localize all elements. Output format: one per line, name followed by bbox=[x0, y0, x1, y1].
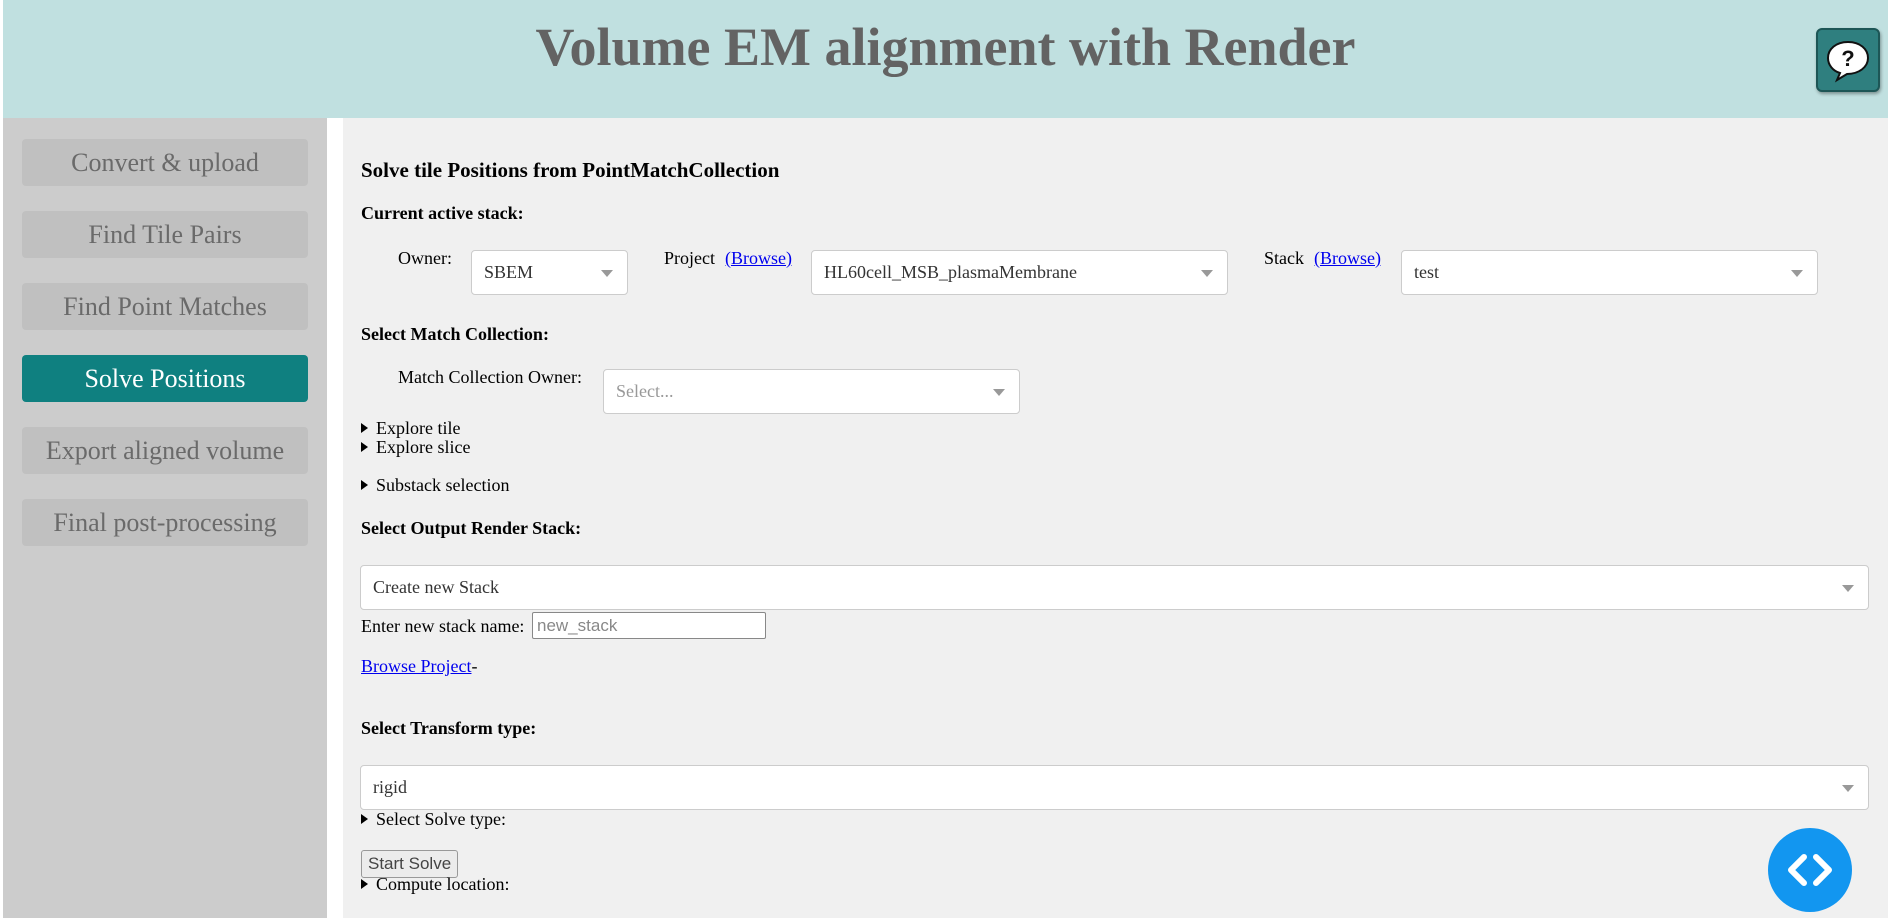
nav-export-aligned-volume[interactable]: Export aligned volume bbox=[22, 427, 308, 474]
solve-type-label: Select Solve type: bbox=[376, 809, 506, 829]
nav-convert-upload[interactable]: Convert & upload bbox=[22, 139, 308, 186]
triangle-right-icon bbox=[361, 480, 368, 490]
nav-final-post-processing[interactable]: Final post-processing bbox=[22, 499, 308, 546]
owner-label: Owner: bbox=[398, 248, 452, 268]
output-stack-heading: Select Output Render Stack: bbox=[361, 518, 582, 538]
stack-label: Stack bbox=[1264, 248, 1304, 268]
solve-type-toggle[interactable]: Select Solve type: bbox=[361, 809, 506, 830]
project-select-value: HL60cell_MSB_plasmaMembrane bbox=[824, 262, 1077, 282]
transform-type-select-value: rigid bbox=[373, 777, 407, 797]
new-stack-name-label: Enter new stack name: bbox=[361, 616, 525, 636]
project-label: Project bbox=[664, 248, 715, 268]
substack-selection-label: Substack selection bbox=[376, 475, 510, 495]
nav-find-point-matches[interactable]: Find Point Matches bbox=[22, 283, 308, 330]
triangle-right-icon bbox=[361, 423, 368, 433]
chevron-down-icon bbox=[993, 389, 1005, 396]
substack-selection-toggle[interactable]: Substack selection bbox=[361, 475, 509, 496]
explore-tile-toggle[interactable]: Explore tile bbox=[361, 418, 460, 439]
chevron-down-icon bbox=[1842, 785, 1854, 792]
owner-select[interactable]: SBEM bbox=[471, 250, 628, 295]
sidebar: Convert & upload Find Tile Pairs Find Po… bbox=[3, 118, 327, 918]
nav-solve-positions[interactable]: Solve Positions bbox=[22, 355, 308, 402]
current-stack-heading: Current active stack: bbox=[361, 203, 524, 223]
project-browse-link[interactable]: (Browse) bbox=[725, 248, 792, 269]
section-title: Solve tile Positions from PointMatchColl… bbox=[361, 158, 780, 182]
browse-project-row: Browse Project- bbox=[361, 656, 477, 677]
compute-location-label: Compute location: bbox=[376, 874, 510, 894]
help-icon: ? bbox=[1826, 40, 1870, 83]
triangle-right-icon bbox=[361, 442, 368, 452]
code-fab-button[interactable] bbox=[1768, 828, 1852, 912]
triangle-right-icon bbox=[361, 814, 368, 824]
triangle-right-icon bbox=[361, 879, 368, 889]
explore-slice-label: Explore slice bbox=[376, 437, 471, 457]
stack-browse-link[interactable]: (Browse) bbox=[1314, 248, 1381, 269]
explore-tile-label: Explore tile bbox=[376, 418, 461, 438]
transform-type-heading: Select Transform type: bbox=[361, 718, 537, 738]
project-select[interactable]: HL60cell_MSB_plasmaMembrane bbox=[811, 250, 1228, 295]
help-button[interactable]: ? bbox=[1816, 28, 1880, 92]
match-collection-owner-placeholder: Select... bbox=[616, 381, 674, 401]
stack-select[interactable]: test bbox=[1401, 250, 1818, 295]
code-icon bbox=[1788, 854, 1832, 886]
output-stack-select[interactable]: Create new Stack bbox=[360, 565, 1869, 610]
browse-project-suffix: - bbox=[471, 656, 478, 676]
match-collection-heading: Select Match Collection: bbox=[361, 324, 549, 344]
chevron-down-icon bbox=[1842, 585, 1854, 592]
chevron-down-icon bbox=[601, 270, 613, 277]
transform-type-select[interactable]: rigid bbox=[360, 765, 1869, 810]
chevron-down-icon bbox=[1201, 270, 1213, 277]
app-header: Volume EM alignment with Render ? bbox=[3, 0, 1888, 118]
stack-select-value: test bbox=[1414, 262, 1439, 282]
compute-location-toggle[interactable]: Compute location: bbox=[361, 874, 509, 895]
page-title: Volume EM alignment with Render bbox=[535, 17, 1356, 77]
nav-find-tile-pairs[interactable]: Find Tile Pairs bbox=[22, 211, 308, 258]
new-stack-name-input[interactable] bbox=[532, 612, 766, 639]
explore-slice-toggle[interactable]: Explore slice bbox=[361, 437, 470, 458]
output-stack-select-value: Create new Stack bbox=[373, 577, 499, 597]
browse-project-link[interactable]: Browse Project bbox=[361, 656, 471, 676]
match-collection-owner-select[interactable]: Select... bbox=[603, 369, 1020, 414]
match-collection-owner-label: Match Collection Owner: bbox=[398, 367, 582, 387]
svg-text:?: ? bbox=[1841, 46, 1854, 71]
chevron-down-icon bbox=[1791, 270, 1803, 277]
owner-select-value: SBEM bbox=[484, 262, 534, 282]
main-panel: Solve tile Positions from PointMatchColl… bbox=[343, 118, 1888, 918]
